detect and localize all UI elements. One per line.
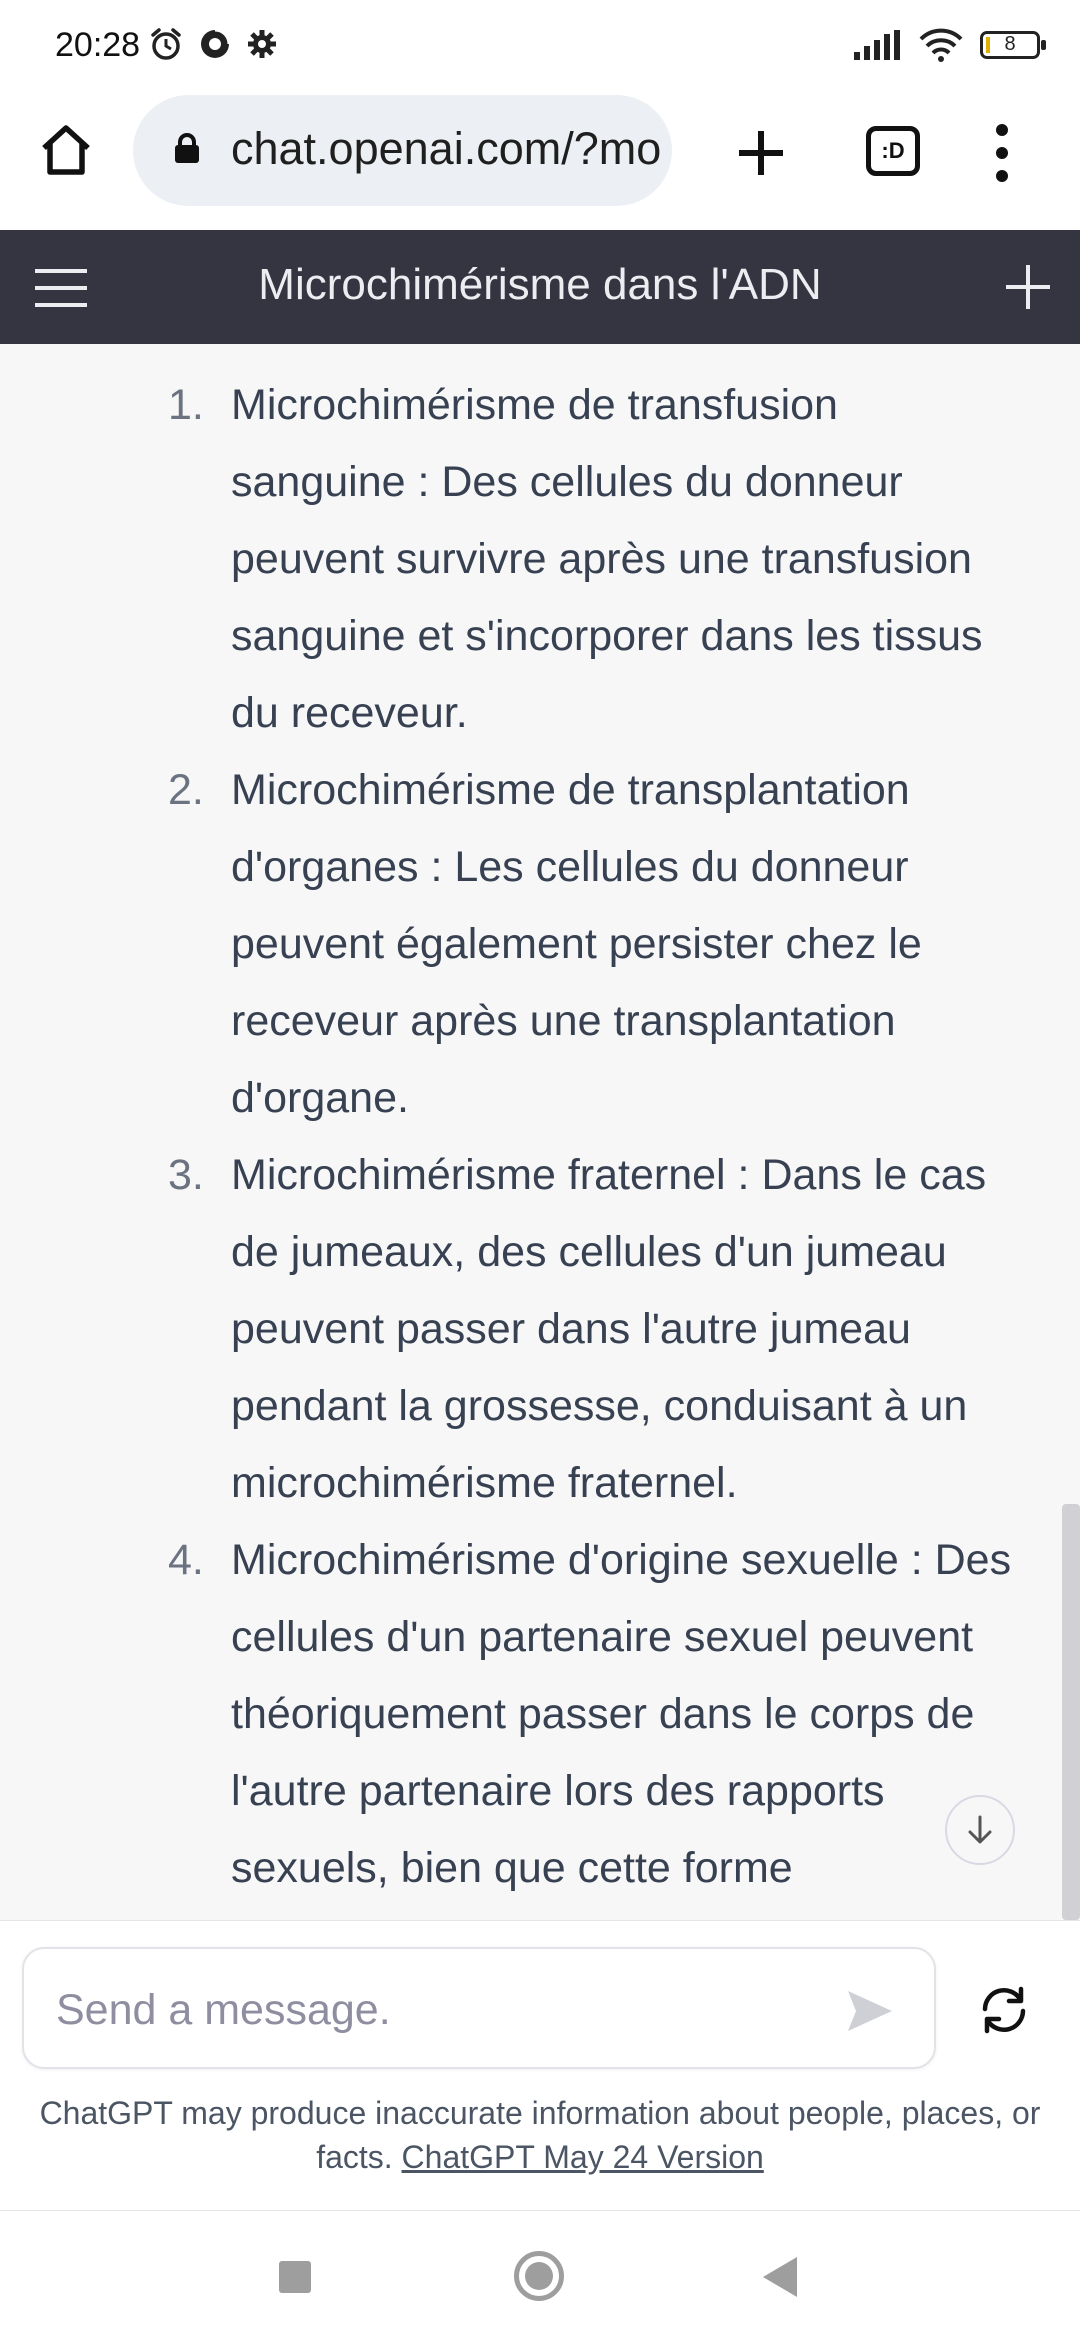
battery-icon: 8 [980, 31, 1046, 59]
tabs-icon[interactable]: :D [866, 126, 920, 176]
list-item-text: Microchimérisme fraternel : Dans le cas … [231, 1151, 987, 1507]
signal-icon [854, 30, 900, 60]
list-item: 2. Microchimérisme de transplantation d'… [0, 752, 1062, 1137]
list-item-text: Microchimérisme de transfusion sanguine … [231, 381, 983, 737]
regenerate-icon[interactable] [975, 1981, 1033, 2039]
system-nav-bar [0, 2210, 1080, 2341]
message-input-box[interactable] [22, 1947, 936, 2069]
alarm-icon [151, 28, 181, 60]
status-icons-left [148, 26, 278, 62]
scroll-down-button[interactable] [945, 1795, 1015, 1865]
settings-gear-icon [248, 30, 276, 58]
status-icons-right: 8 [854, 28, 1046, 62]
content-scrollbar[interactable] [1062, 344, 1080, 1920]
scroll-down-arrow-icon [968, 1815, 992, 1844]
battery-level: 8 [1004, 33, 1016, 55]
back-triangle-icon[interactable] [763, 2257, 797, 2297]
list-item-text: Microchimérisme de transplantation d'org… [231, 766, 922, 1122]
status-time: 20:28 [55, 26, 141, 64]
scrollbar-thumb[interactable] [1062, 1504, 1080, 1920]
list-item-text: Microchimérisme d'origine sexuelle : Des… [231, 1536, 1012, 1892]
message-list: 1. Microchimérisme de transfusion sangui… [0, 367, 1062, 1907]
new-tab-plus-icon[interactable] [729, 121, 793, 185]
lock-icon [175, 133, 199, 163]
status-bar: 20:28 8 [0, 0, 1080, 92]
wifi-icon [919, 28, 963, 62]
browser-toolbar: chat.openai.com/?model=text-davinci-002-… [0, 92, 1080, 230]
more-vert-icon[interactable] [982, 120, 1022, 186]
send-icon[interactable] [842, 1983, 898, 2039]
list-item-number: 3. [168, 1151, 204, 1199]
new-chat-plus-icon[interactable] [1003, 262, 1053, 312]
home-icon[interactable] [36, 120, 96, 180]
list-item-number: 1. [168, 381, 204, 429]
list-item: 1. Microchimérisme de transfusion sangui… [0, 367, 1062, 752]
address-bar[interactable]: chat.openai.com/?model=text-davinci-002-… [133, 95, 672, 206]
disclaimer: ChatGPT may produce inaccurate informati… [30, 2091, 1050, 2179]
chat-header: Microchimérisme dans l'ADN [0, 230, 1080, 344]
home-circle-icon[interactable] [514, 2251, 564, 2301]
message-input[interactable] [54, 1979, 818, 2041]
version-link[interactable]: ChatGPT May 24 Version [402, 2139, 764, 2175]
recent-apps-icon[interactable] [279, 2261, 311, 2293]
list-item: 3. Microchimérisme fraternel : Dans le c… [0, 1137, 1062, 1522]
chat-title: Microchimérisme dans l'ADN [258, 260, 822, 309]
conversation-area[interactable]: 1. Microchimérisme de transfusion sangui… [0, 344, 1062, 1920]
composer: ChatGPT may produce inaccurate informati… [0, 1920, 1080, 2211]
list-item-number: 2. [168, 766, 204, 814]
list-item-number: 4. [168, 1536, 204, 1584]
url-text[interactable]: chat.openai.com/?model=text-davinci-002-… [231, 123, 661, 175]
list-item: 4. Microchimérisme d'origine sexuelle : … [0, 1522, 1062, 1907]
notification-app-icon [201, 28, 231, 58]
